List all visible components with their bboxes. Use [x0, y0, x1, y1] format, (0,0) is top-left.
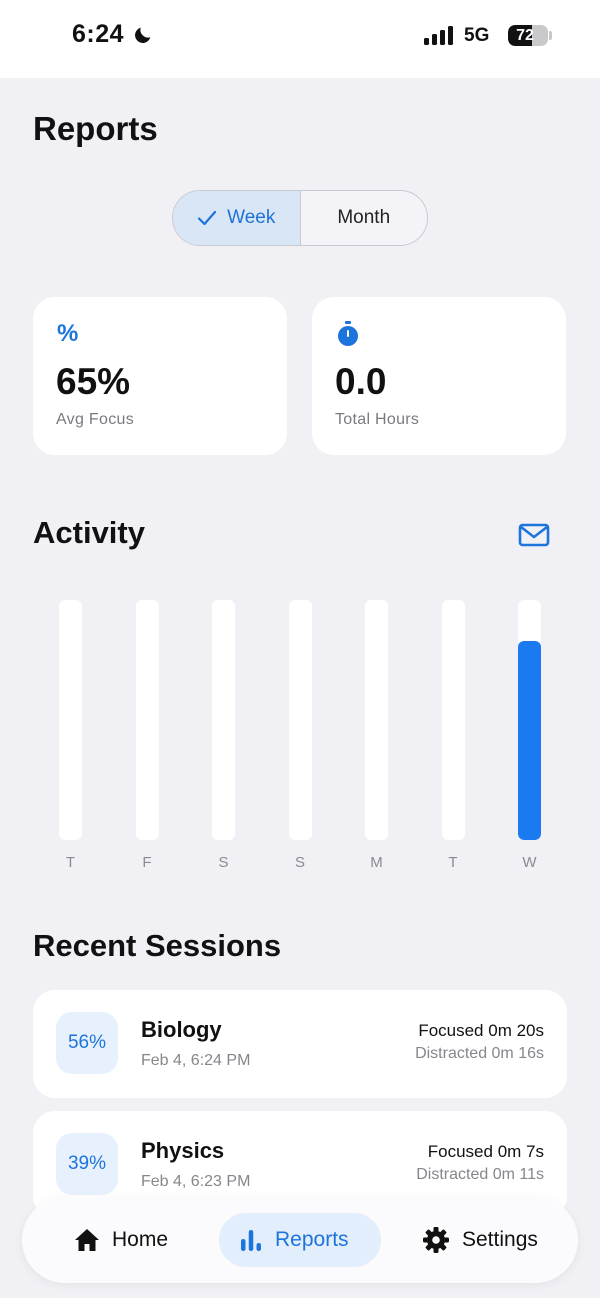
session-focused-time: Focused 0m 20s: [418, 1021, 544, 1040]
tab-reports-label: Reports: [275, 1228, 349, 1251]
session-subject: Biology: [141, 1017, 222, 1042]
page-title: Reports: [33, 110, 158, 147]
activity-bar-track: [212, 600, 235, 840]
total-hours-value: 0.0: [335, 361, 387, 402]
avg-focus-card: % 65% Avg Focus: [33, 297, 287, 455]
avg-focus-value: 65%: [56, 361, 131, 402]
total-hours-card: 0.0 Total Hours: [312, 297, 566, 455]
gear-icon: [423, 1227, 449, 1253]
signal-icon: [424, 26, 453, 45]
tab-home-label: Home: [112, 1228, 169, 1251]
battery-icon: 72: [508, 25, 548, 46]
moon-icon: [135, 27, 151, 43]
tab-reports[interactable]: Reports: [219, 1213, 381, 1267]
tab-settings[interactable]: Settings: [402, 1213, 558, 1267]
activity-day-label: T: [448, 854, 458, 871]
week-option[interactable]: Week: [173, 191, 301, 245]
session-subject: Physics: [141, 1138, 225, 1163]
checkmark-icon: [198, 210, 217, 226]
activity-bar-track: [59, 600, 82, 840]
activity-bar-track: [288, 600, 312, 840]
stopwatch-icon: [338, 321, 358, 346]
tab-home[interactable]: Home: [54, 1213, 188, 1267]
status-bar: 6:24 5G 72: [0, 0, 600, 78]
session-focused-time: Focused 0m 7s: [427, 1142, 544, 1161]
activity-bar-track: [135, 600, 159, 840]
session-date: Feb 4, 6:24 PM: [141, 1052, 251, 1069]
activity-day-label: W: [522, 854, 537, 871]
period-toggle: Week Month: [172, 190, 428, 246]
mail-icon[interactable]: [518, 522, 550, 548]
activity-title: Activity: [33, 515, 145, 550]
tab-bar: Home Reports Settings: [22, 1197, 578, 1283]
activity-day-label: T: [65, 854, 76, 871]
session-distracted-time: Distracted 0m 16s: [415, 1045, 544, 1062]
activity-bar-track: [365, 600, 388, 840]
activity-day-label: S: [294, 854, 305, 871]
tab-settings-label: Settings: [462, 1228, 538, 1251]
session-card[interactable]: 56% Biology Feb 4, 6:24 PM Focused 0m 20…: [33, 990, 567, 1098]
session-distracted-time: Distracted 0m 11s: [416, 1166, 544, 1183]
activity-bar: [518, 640, 541, 840]
home-icon: [75, 1229, 99, 1251]
total-hours-label: Total Hours: [335, 411, 420, 428]
session-date: Feb 4, 6:23 PM: [141, 1173, 251, 1190]
month-option[interactable]: Month: [301, 191, 428, 245]
status-time: 6:24: [72, 20, 125, 48]
session-percent-badge: 56%: [56, 1012, 118, 1074]
activity-day-label: M: [370, 854, 383, 871]
activity-day-label: S: [218, 854, 229, 871]
battery-tip: [549, 31, 552, 40]
activity-chart: TFSSMTW: [33, 600, 567, 880]
network-label: 5G: [464, 25, 490, 46]
activity-day-label: F: [142, 854, 152, 871]
activity-bar-track: [518, 600, 541, 840]
percent-icon: %: [57, 320, 79, 347]
recent-sessions-title: Recent Sessions: [33, 928, 282, 963]
avg-focus-label: Avg Focus: [56, 411, 134, 428]
battery-level: 72: [516, 27, 534, 44]
session-percent-badge: 39%: [56, 1133, 118, 1195]
activity-bar-track: [441, 600, 465, 840]
month-option-label: Month: [337, 207, 391, 228]
week-option-label: Week: [227, 207, 276, 228]
bar-chart-icon: [241, 1230, 261, 1251]
